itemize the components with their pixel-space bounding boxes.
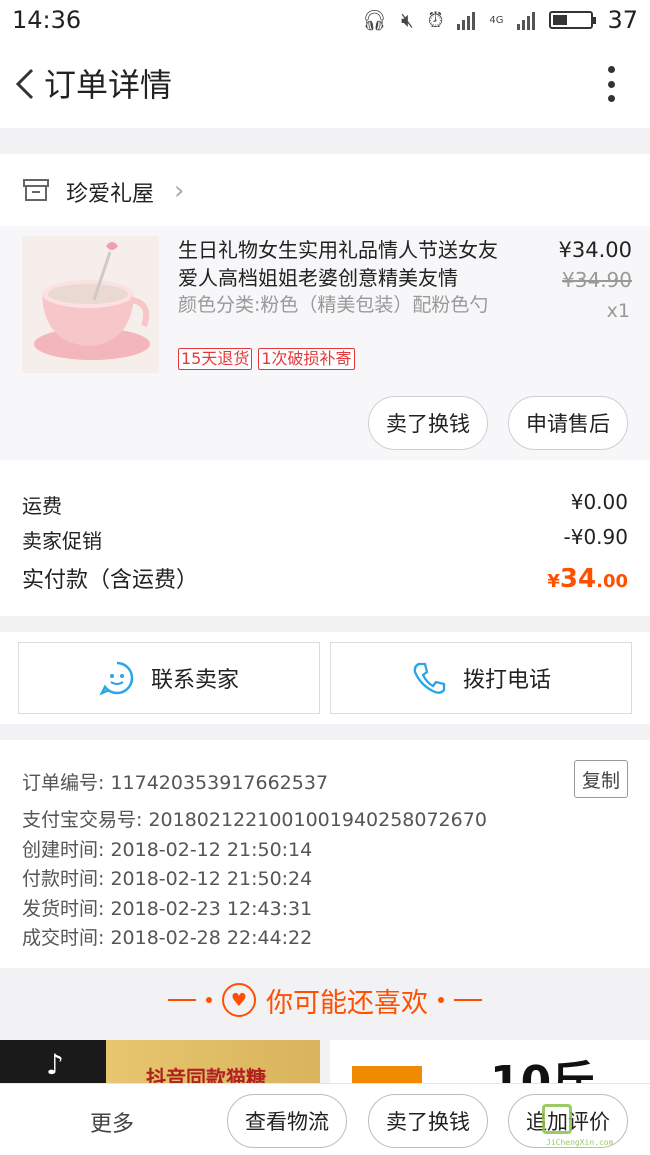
mute-icon: 🔇︎ (401, 8, 414, 32)
resell-button[interactable]: 卖了换钱 (368, 396, 488, 450)
shipping-label: 运费 (22, 494, 62, 518)
promo-label: 卖家促销 (22, 529, 102, 553)
product-tags: 15天退货 1次破损补寄 (178, 348, 355, 370)
chat-bubble-icon (99, 661, 134, 696)
price-current: ¥34.00 (558, 238, 632, 262)
headphones-icon: 🎧︎ (361, 8, 388, 32)
call-button[interactable]: 拨打电话 (330, 642, 632, 714)
product-spec: 颜色分类:粉色（精美包装）配粉色勺 (178, 294, 489, 316)
total-label: 实付款（含运费） (22, 568, 199, 593)
more-button[interactable]: 更多 (90, 1106, 134, 1138)
total-currency: ¥ (547, 571, 560, 592)
paid-time: 付款时间: 2018-02-12 21:50:24 (22, 868, 313, 890)
after-sale-button[interactable]: 申请售后 (508, 396, 628, 450)
resell-bottom-button[interactable]: 卖了换钱 (368, 1094, 488, 1148)
divider-left (168, 999, 196, 1001)
store-icon (23, 179, 49, 201)
recommend-left-text: 抖音同款猫糖 (146, 1066, 266, 1084)
promo-value: -¥0.90 (563, 525, 628, 549)
recommend-title: 你可能还喜欢 (266, 987, 428, 1019)
copy-button[interactable]: 复制 (574, 760, 628, 798)
tiktok-logo-icon: ♪ (46, 1048, 64, 1081)
divider-right (454, 999, 482, 1001)
product-image[interactable] (22, 236, 159, 373)
dot-left (206, 997, 212, 1003)
watermark-logo: JiChengXin.com (542, 1100, 642, 1147)
product-card[interactable]: 生日礼物女生实用礼品情人节送女友爱人高档姐姐老婆创意精美友情 颜色分类:粉色（精… (0, 226, 650, 460)
more-menu-icon[interactable] (606, 66, 616, 102)
contact-seller-button[interactable]: 联系卖家 (18, 642, 320, 714)
back-arrow-icon[interactable] (12, 66, 42, 102)
view-logistics-button[interactable]: 查看物流 (227, 1094, 347, 1148)
recommend-right-text: 10斤 (490, 1057, 596, 1084)
alipay-number: 支付宝交易号: 2018021221001001940258072670 (22, 809, 487, 831)
watermark-text: JiChengXin.com (546, 1138, 614, 1147)
bottom-action-bar: 更多 查看物流 卖了换钱 追加评价 JiChengXin.com (0, 1083, 650, 1155)
heart-icon: ♥ (222, 983, 256, 1017)
total-value: ¥34.00 (547, 564, 628, 594)
order-info: 订单编号: 117420353917662537 支付宝交易号: 2018021… (0, 740, 650, 968)
call-label: 拨打电话 (462, 668, 551, 693)
recommend-header: ♥ 你可能还喜欢 (0, 968, 650, 1032)
dot-right (438, 997, 444, 1003)
status-bar: 14:36 🎧︎ 🔇︎ ⏰︎ 4G 37 (0, 0, 650, 40)
watermark-box-icon (542, 1104, 572, 1134)
order-number: 订单编号: 117420353917662537 (22, 772, 329, 794)
recommend-right-bar (352, 1066, 422, 1084)
recommend-item-right[interactable]: 10斤 (330, 1040, 650, 1084)
recommend-item-left[interactable]: ♪ 抖音同款猫糖 (0, 1040, 320, 1084)
created-time: 创建时间: 2018-02-12 21:50:14 (22, 839, 313, 861)
battery-icon (549, 11, 597, 29)
contact-section: 联系卖家 拨打电话 (0, 632, 650, 724)
contact-seller-label: 联系卖家 (150, 668, 239, 693)
signal-icon (457, 10, 476, 30)
fees-section: 运费 ¥0.00 卖家促销 -¥0.90 实付款（含运费） ¥34.00 (0, 460, 650, 616)
total-dec: .00 (596, 571, 628, 592)
store-row[interactable]: 珍爱礼屋 › (0, 154, 650, 226)
store-name: 珍爱礼屋 (66, 182, 155, 207)
battery-fill (553, 15, 567, 25)
tag-return: 15天退货 (178, 348, 253, 370)
completed-time: 成交时间: 2018-02-28 22:44:22 (22, 927, 313, 949)
network-type: 4G (489, 14, 504, 26)
price-original: ¥34.90 (562, 268, 632, 292)
quantity: x1 (606, 300, 630, 322)
signal-icon-2 (517, 10, 536, 30)
status-time: 14:36 (12, 6, 82, 34)
tag-damage: 1次破损补寄 (258, 348, 355, 370)
shipped-time: 发货时间: 2018-02-23 12:43:31 (22, 898, 313, 920)
navbar: 订单详情 (0, 40, 650, 128)
battery-percent: 37 (607, 6, 638, 34)
alarm-icon: ⏰︎ (427, 8, 444, 32)
chevron-right-icon: › (174, 176, 185, 206)
phone-icon (413, 662, 446, 694)
shipping-row: 运费 ¥0.00 (22, 490, 628, 519)
product-title[interactable]: 生日礼物女生实用礼品情人节送女友爱人高档姐姐老婆创意精美友情 (178, 236, 508, 292)
status-icons: 🎧︎ 🔇︎ ⏰︎ 4G 37 (362, 6, 638, 34)
page-title: 订单详情 (44, 66, 173, 104)
total-row: 实付款（含运费） ¥34.00 (22, 562, 628, 594)
shipping-value: ¥0.00 (570, 490, 628, 514)
total-int: 34 (559, 564, 597, 594)
promo-row: 卖家促销 -¥0.90 (22, 525, 628, 554)
